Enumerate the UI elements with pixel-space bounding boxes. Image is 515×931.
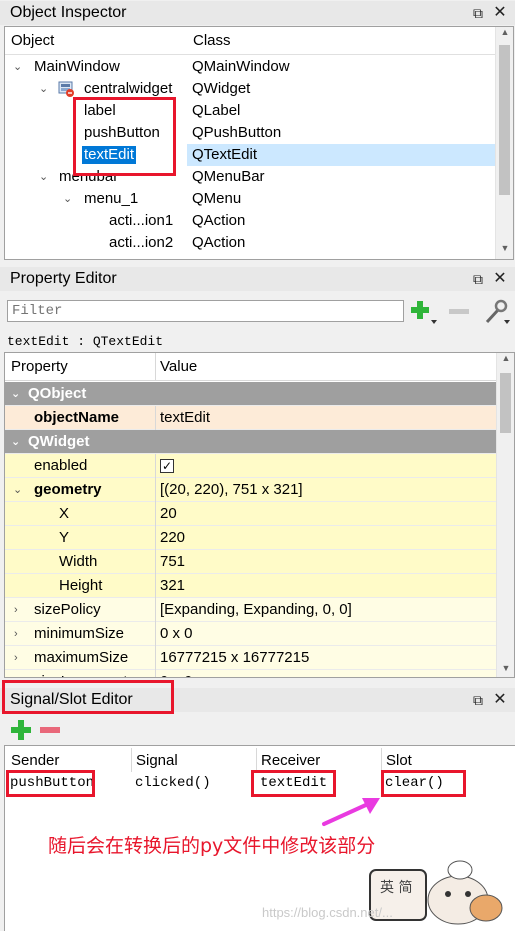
tree-scrollbar[interactable]: ▲ ▼: [495, 27, 513, 259]
property-editor-titlebar: Property Editor ⧉ ✕: [0, 267, 515, 291]
tree-row-centralwidget[interactable]: ⌄ centralwidget QWidget: [5, 78, 495, 100]
signal-slot-titlebar: Signal/Slot Editor ⧉ ✕: [0, 688, 515, 712]
connection-sender[interactable]: pushButton: [10, 775, 94, 791]
chevron-down-icon[interactable]: ⌄: [39, 78, 48, 100]
tree-row-menu-1[interactable]: ⌄ menu_1 QMenu: [5, 188, 495, 210]
close-dock-icon[interactable]: ✕: [491, 1, 509, 25]
watermark-text: https://blog.csdn.net/...: [262, 905, 393, 920]
scroll-up-icon[interactable]: ▲: [496, 27, 513, 43]
float-dock-icon[interactable]: ⧉: [469, 688, 487, 712]
arrow-annotation-icon: [322, 798, 380, 826]
chevron-down-icon[interactable]: ⌄: [39, 166, 48, 188]
tree-row-label[interactable]: label QLabel: [5, 100, 495, 122]
property-editor-title: Property Editor: [10, 270, 117, 287]
signal-slot-title: Signal/Slot Editor: [10, 691, 133, 708]
column-header-class[interactable]: Class: [193, 32, 231, 49]
float-dock-icon[interactable]: ⧉: [469, 267, 487, 291]
property-row-sizeincrement[interactable]: › sizeIncrement 0 x 0: [5, 670, 496, 677]
sort-indicator-icon: ^: [445, 745, 450, 751]
property-row-y[interactable]: Y 220: [5, 526, 496, 550]
remove-property-icon[interactable]: [446, 298, 472, 326]
column-header-object[interactable]: Object: [11, 32, 54, 49]
column-header-signal[interactable]: Signal: [136, 752, 178, 769]
scroll-down-icon[interactable]: ▼: [497, 663, 514, 677]
chevron-down-icon[interactable]: ⌄: [13, 56, 22, 78]
object-inspector-titlebar: Object Inspector ⧉ ✕: [0, 1, 515, 25]
close-dock-icon[interactable]: ✕: [491, 267, 509, 291]
enabled-checkbox[interactable]: ✓: [160, 459, 174, 473]
column-header-sender[interactable]: Sender: [11, 752, 59, 769]
property-table[interactable]: Property Value ⌄ QObject objectName text…: [4, 352, 515, 678]
scroll-down-icon[interactable]: ▼: [496, 243, 513, 259]
column-header-slot[interactable]: Slot: [386, 752, 412, 769]
svg-text:英 简: 英 简: [380, 879, 412, 896]
column-header-value[interactable]: Value: [156, 353, 496, 381]
current-object-label: textEdit : QTextEdit: [7, 334, 164, 349]
group-row-qobject[interactable]: ⌄ QObject: [5, 382, 496, 406]
property-row-x[interactable]: X 20: [5, 502, 496, 526]
wrench-icon[interactable]: [482, 298, 512, 326]
scrollbar-thumb[interactable]: [499, 45, 510, 195]
property-row-geometry[interactable]: ⌄ geometry [(20, 220), 751 x 321]: [5, 478, 496, 502]
layout-widget-icon: [58, 81, 75, 97]
add-property-icon[interactable]: [409, 298, 439, 326]
property-scrollbar[interactable]: ▲ ▼: [496, 353, 514, 677]
annotation-text: 随后会在转换后的py文件中修改该部分: [48, 835, 376, 857]
property-row-width[interactable]: Width 751: [5, 550, 496, 574]
connection-signal[interactable]: clicked(): [135, 775, 211, 791]
tree-header: Object Class: [5, 27, 495, 55]
tree-row-action2[interactable]: acti...ion2 QAction: [5, 232, 495, 254]
remove-connection-icon[interactable]: [38, 719, 62, 741]
property-row-height[interactable]: Height 321: [5, 574, 496, 598]
chevron-down-icon[interactable]: ⌄: [63, 188, 72, 210]
add-connection-icon[interactable]: [10, 719, 32, 741]
property-row-objectname[interactable]: objectName textEdit: [5, 406, 496, 430]
object-inspector-tree[interactable]: Object Class ⌄ MainWindow QMainWindow ⌄ …: [4, 26, 514, 260]
tree-row-textedit[interactable]: textEdit QTextEdit: [5, 144, 495, 166]
tree-row-mainwindow[interactable]: ⌄ MainWindow QMainWindow: [5, 56, 495, 78]
connection-receiver[interactable]: textEdit: [260, 775, 327, 791]
tree-row-menubar[interactable]: ⌄ menubar QMenuBar: [5, 166, 495, 188]
tree-row-action1[interactable]: acti...ion1 QAction: [5, 210, 495, 232]
connection-slot[interactable]: clear(): [385, 775, 444, 791]
column-header-receiver[interactable]: Receiver: [261, 752, 320, 769]
tree-row-pushbutton[interactable]: pushButton QPushButton: [5, 122, 495, 144]
property-header: Property Value: [5, 353, 496, 381]
group-row-qwidget[interactable]: ⌄ QWidget: [5, 430, 496, 454]
object-inspector-title: Object Inspector: [10, 4, 127, 21]
float-dock-icon[interactable]: ⧉: [469, 1, 487, 25]
property-row-minimumsize[interactable]: › minimumSize 0 x 0: [5, 622, 496, 646]
property-row-sizepolicy[interactable]: › sizePolicy [Expanding, Expanding, 0, 0…: [5, 598, 496, 622]
property-row-maximumsize[interactable]: › maximumSize 16777215 x 16777215: [5, 646, 496, 670]
property-row-enabled[interactable]: enabled ✓: [5, 454, 496, 478]
property-filter-input[interactable]: [7, 300, 404, 322]
scrollbar-thumb[interactable]: [500, 373, 511, 433]
scroll-up-icon[interactable]: ▲: [497, 353, 514, 369]
close-dock-icon[interactable]: ✕: [491, 688, 509, 712]
column-header-property[interactable]: Property: [5, 353, 156, 381]
